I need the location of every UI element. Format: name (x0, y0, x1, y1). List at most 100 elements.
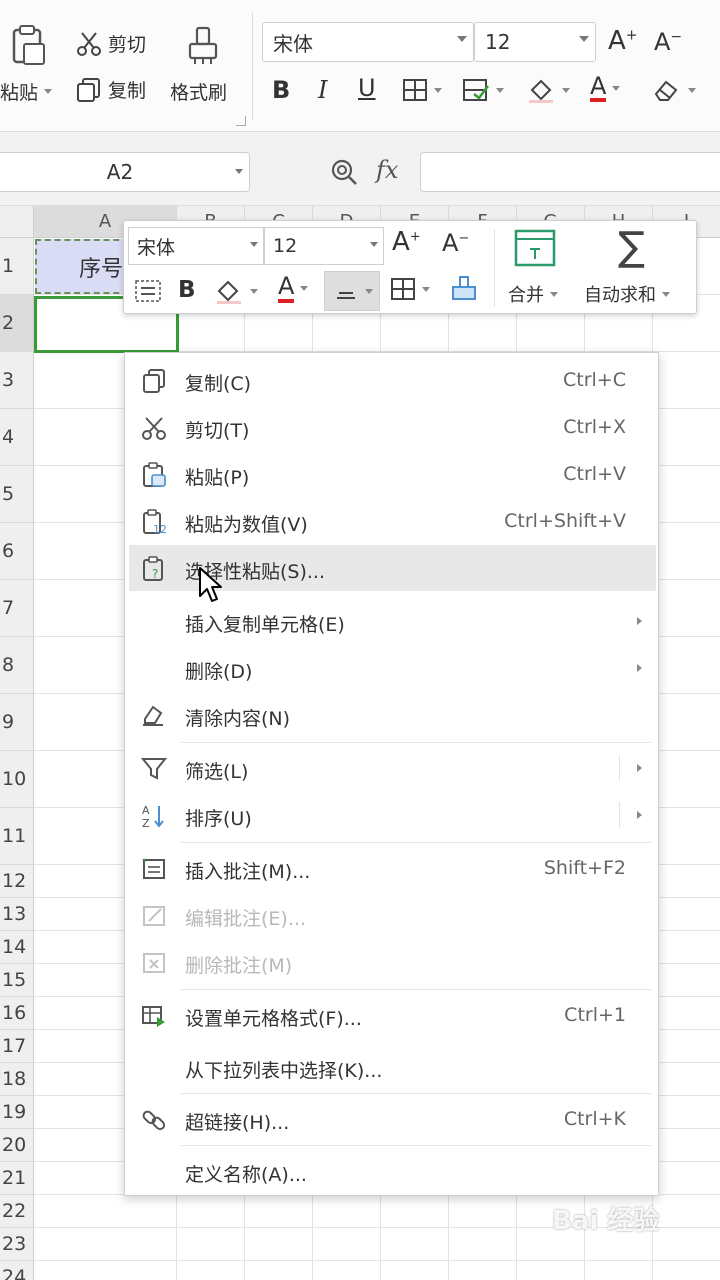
italic-icon[interactable]: I (318, 76, 327, 104)
mini-increase-font-icon[interactable]: A+ (392, 227, 421, 257)
decrease-font-icon[interactable]: A− (654, 28, 682, 56)
row-header[interactable]: 11 (0, 808, 34, 865)
row-header[interactable]: 7 (0, 580, 34, 637)
row-header[interactable]: 20 (0, 1129, 34, 1162)
row-header[interactable]: 14 (0, 931, 34, 964)
row-header[interactable]: 2 (0, 295, 34, 352)
sort-icon: AZ (142, 804, 164, 829)
menu-item-clear-contents[interactable]: 清除内容(N) (129, 692, 656, 738)
menu-item-label: 插入复制单元格(E) (185, 614, 345, 636)
svg-text:*: * (142, 858, 147, 868)
mini-align-button[interactable] (324, 271, 380, 311)
row-header[interactable]: 23 (0, 1228, 34, 1261)
menu-item-edit-comment: 编辑批注(E)... (129, 892, 656, 938)
row-header[interactable]: 4 (0, 409, 34, 466)
mini-font-size-select[interactable]: 12 (264, 227, 384, 265)
mouse-pointer-icon (198, 566, 224, 608)
select-all-corner[interactable] (0, 206, 34, 238)
merge-button[interactable]: 合并 (508, 281, 558, 307)
copy-button[interactable]: 复制 (76, 76, 146, 103)
row-header[interactable]: 5 (0, 466, 34, 523)
row-header[interactable]: 10 (0, 751, 34, 808)
name-box[interactable]: A2 (0, 152, 250, 192)
font-color-icon[interactable]: A (590, 74, 621, 102)
row-header[interactable]: 17 (0, 1030, 34, 1063)
formula-input[interactable] (420, 152, 720, 192)
menu-item-sort[interactable]: AZ 排序(U) (129, 792, 656, 838)
font-size-select[interactable]: 12 (474, 22, 596, 62)
function-icon[interactable]: fx (376, 156, 398, 184)
row-header[interactable]: 8 (0, 637, 34, 694)
mini-decrease-font-icon[interactable]: A− (442, 229, 469, 257)
submenu-arrow-icon (637, 811, 642, 819)
row-header[interactable]: 18 (0, 1063, 34, 1096)
menu-item-shortcut: Shift+F2 (543, 857, 626, 879)
menu-item-paste-values[interactable]: 12 粘贴为数值(V) Ctrl+Shift+V (129, 498, 656, 544)
menu-item-delete[interactable]: 删除(D) (129, 645, 656, 691)
mini-bold-icon[interactable]: B (178, 277, 196, 303)
menu-item-label: 插入批注(M)... (185, 861, 311, 883)
menu-item-copy[interactable]: 复制(C) Ctrl+C (129, 357, 656, 403)
row-header[interactable]: 13 (0, 898, 34, 931)
format-painter-icon[interactable] (186, 26, 220, 66)
row-header[interactable]: 22 (0, 1195, 34, 1228)
menu-item-insert-comment[interactable]: * 插入批注(M)... Shift+F2 (129, 845, 656, 891)
menu-item-paste[interactable]: 粘贴(P) Ctrl+V (129, 451, 656, 497)
row-header[interactable]: 3 (0, 352, 34, 409)
cut-button[interactable]: 剪切 (76, 30, 146, 57)
paste-icon[interactable] (8, 24, 48, 68)
menu-separator (181, 1093, 651, 1094)
format-painter-button[interactable]: 格式刷 (170, 78, 227, 105)
mini-fill-color-icon[interactable] (214, 277, 258, 305)
menu-item-label: 编辑批注(E)... (185, 908, 306, 930)
font-size-value: 12 (485, 30, 511, 54)
dialog-launcher-icon[interactable] (236, 116, 246, 126)
mini-font-color-icon[interactable]: A (278, 273, 309, 303)
increase-font-icon[interactable]: A+ (608, 26, 638, 56)
row-header[interactable]: 19 (0, 1096, 34, 1129)
row-header[interactable]: 24 (0, 1261, 34, 1280)
menu-item-filter[interactable]: 筛选(L) (129, 745, 656, 791)
mini-font-name-select[interactable]: 宋体 (128, 227, 264, 265)
menu-item-pick-from-list[interactable]: 从下拉列表中选择(K)... (129, 1044, 656, 1090)
conditional-format-icon[interactable] (462, 78, 504, 102)
autosum-button[interactable]: 自动求和 (584, 281, 670, 307)
borders-icon[interactable] (402, 78, 442, 102)
row-header[interactable]: 16 (0, 997, 34, 1030)
menu-split-divider (619, 755, 620, 781)
menu-item-label: 排序(U) (185, 808, 252, 830)
row-header[interactable]: 21 (0, 1162, 34, 1195)
mini-font-size-value: 12 (273, 235, 298, 257)
sigma-icon[interactable]: ∑ (618, 227, 645, 267)
menu-item-hyperlink[interactable]: 超链接(H)... Ctrl+K (129, 1096, 656, 1142)
menu-item-delete-comment: 删除批注(M) (129, 939, 656, 985)
menu-item-shortcut: Ctrl+K (563, 1108, 626, 1130)
mini-wrap-icon[interactable] (134, 277, 162, 309)
merge-icon[interactable] (514, 229, 556, 271)
underline-icon[interactable]: U (358, 74, 376, 102)
paste-label: 粘贴 (0, 82, 39, 104)
menu-item-cut[interactable]: 剪切(T) Ctrl+X (129, 404, 656, 450)
row-header[interactable]: 1 (0, 238, 34, 295)
paste-button[interactable]: 粘贴 (0, 78, 53, 105)
paste-values-icon: 12 (143, 509, 167, 535)
menu-item-label: 删除(D) (185, 661, 253, 683)
bold-icon[interactable]: B (272, 76, 290, 104)
mini-format-painter-icon[interactable] (450, 275, 478, 307)
row-header[interactable]: 15 (0, 964, 34, 997)
menu-item-label: 定义名称(A)... (185, 1164, 307, 1186)
menu-item-format-cells[interactable]: 设置单元格格式(F)... Ctrl+1 (129, 992, 656, 1038)
fill-color-icon[interactable] (526, 76, 570, 104)
zoom-search-icon[interactable] (330, 158, 358, 190)
menu-item-define-name[interactable]: 定义名称(A)... (129, 1148, 656, 1194)
scissors-icon (77, 31, 101, 56)
mini-borders-icon[interactable] (390, 277, 430, 301)
row-header[interactable]: 9 (0, 694, 34, 751)
row-header[interactable]: 12 (0, 865, 34, 898)
spreadsheet-app: 粘贴 剪切 复制 格式刷 宋体 12 A+ A− B I U A A2 fx A… (0, 0, 720, 1280)
format-painter-label: 格式刷 (170, 82, 228, 104)
row-header[interactable]: 6 (0, 523, 34, 580)
cell-a1-value: 序号 (79, 256, 124, 282)
clear-format-icon[interactable] (652, 78, 696, 102)
font-name-select[interactable]: 宋体 (262, 22, 474, 62)
